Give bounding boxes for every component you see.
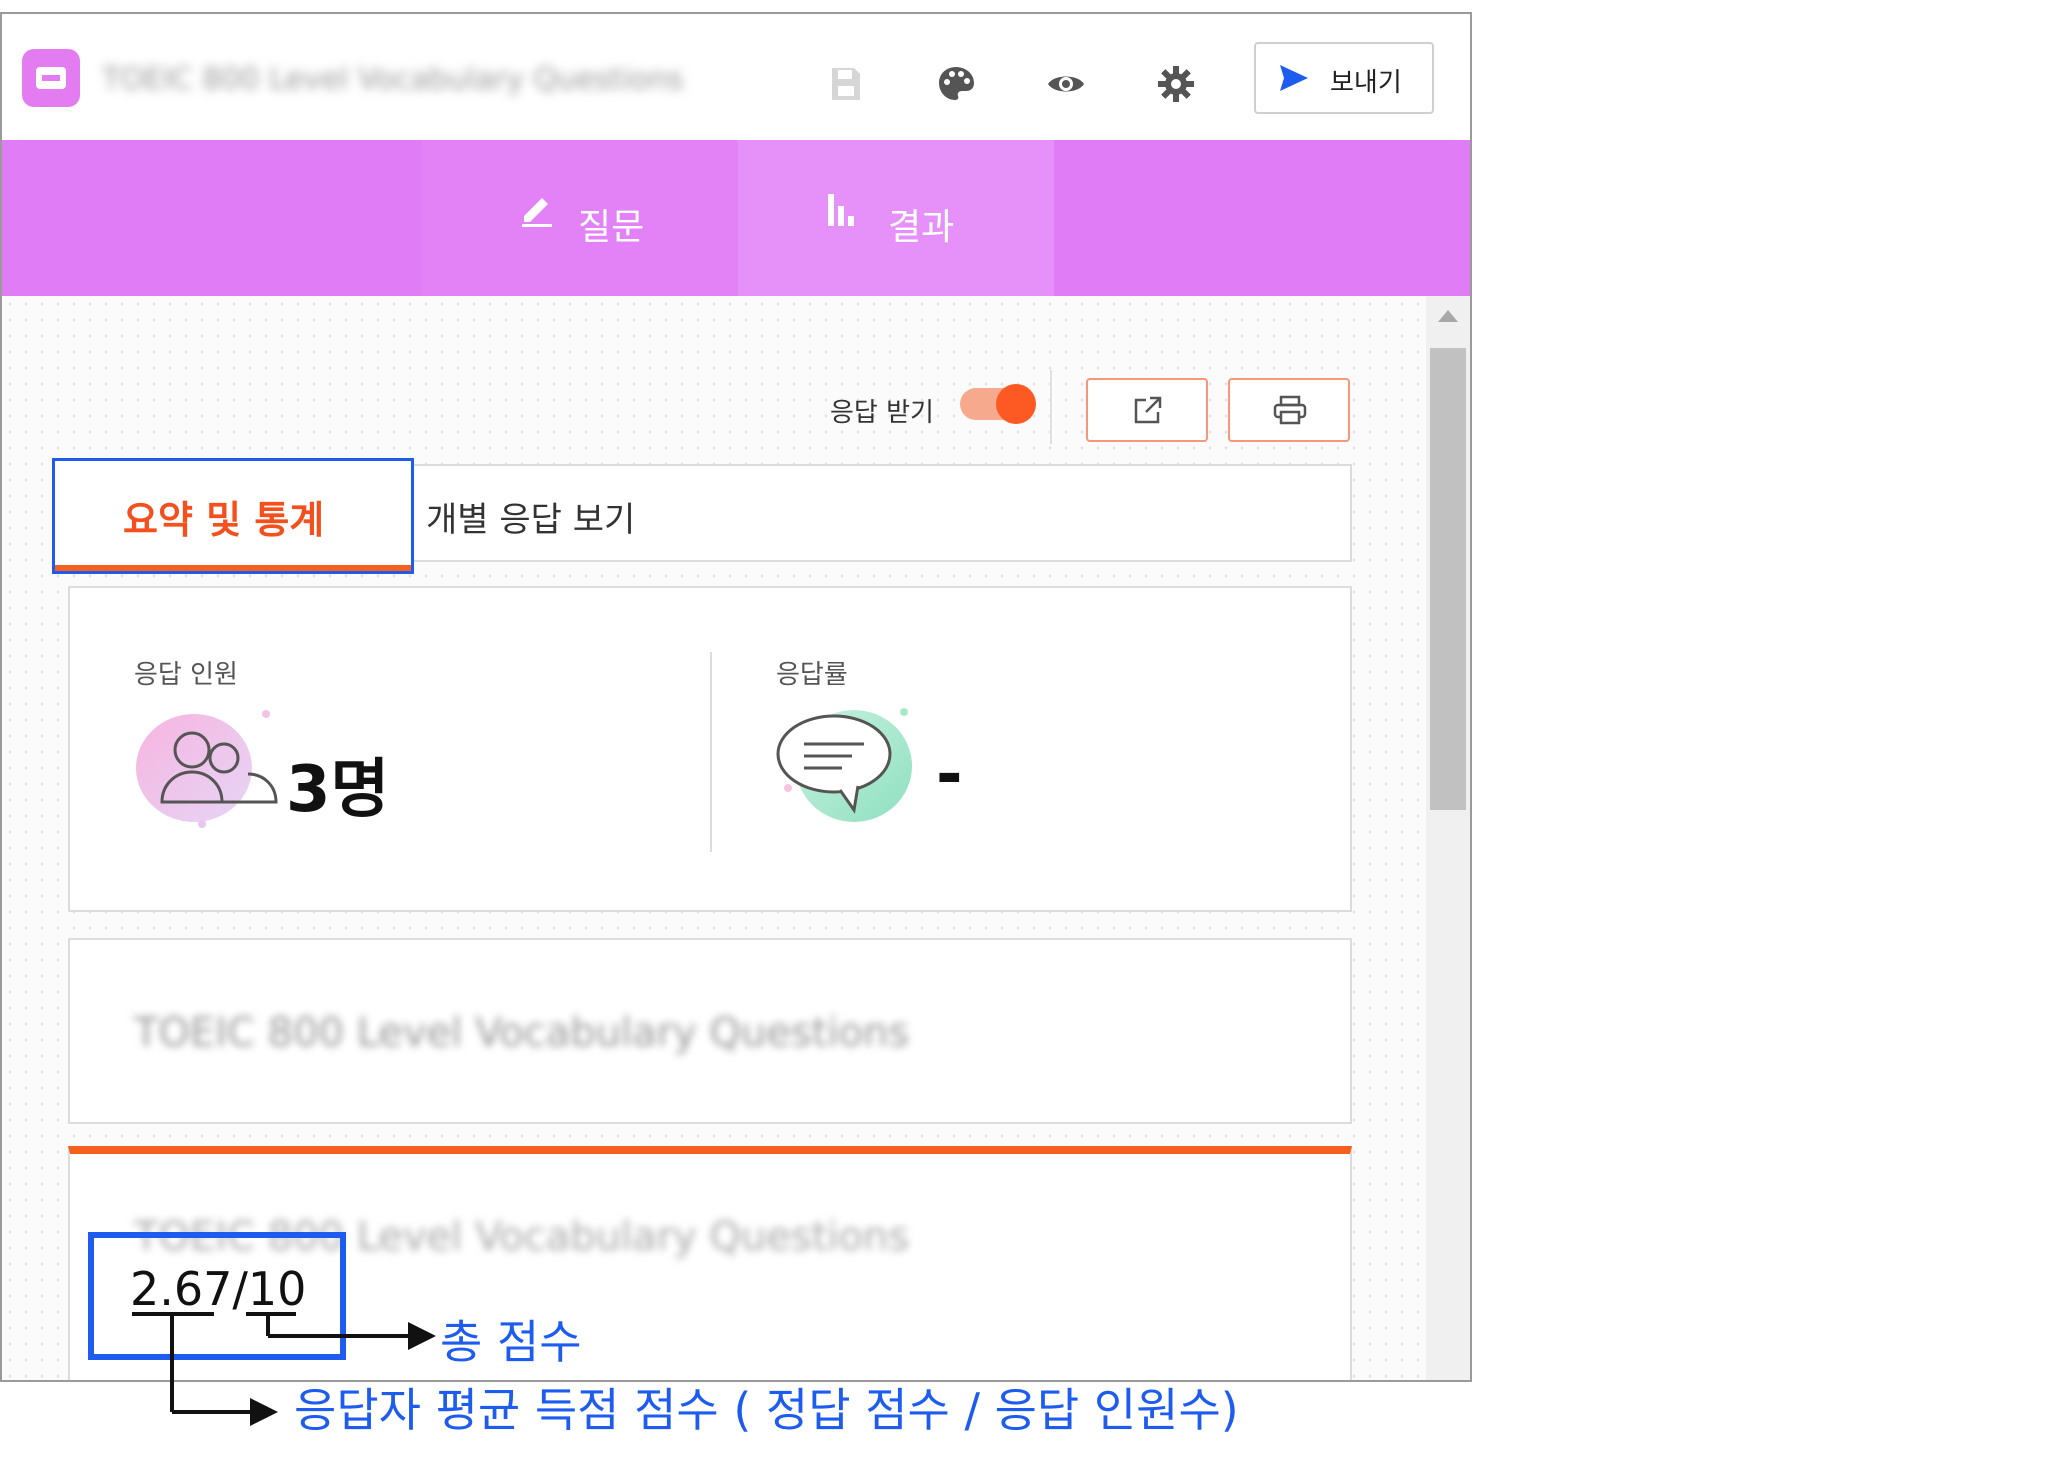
total-score-annotation: 총 점수 — [440, 1315, 582, 1369]
annotation-arrows — [132, 1312, 436, 1426]
average-score-annotation: 응답자 평균 득점 점수 ( 정답 점수 / 응답 인원수) — [294, 1383, 1239, 1437]
